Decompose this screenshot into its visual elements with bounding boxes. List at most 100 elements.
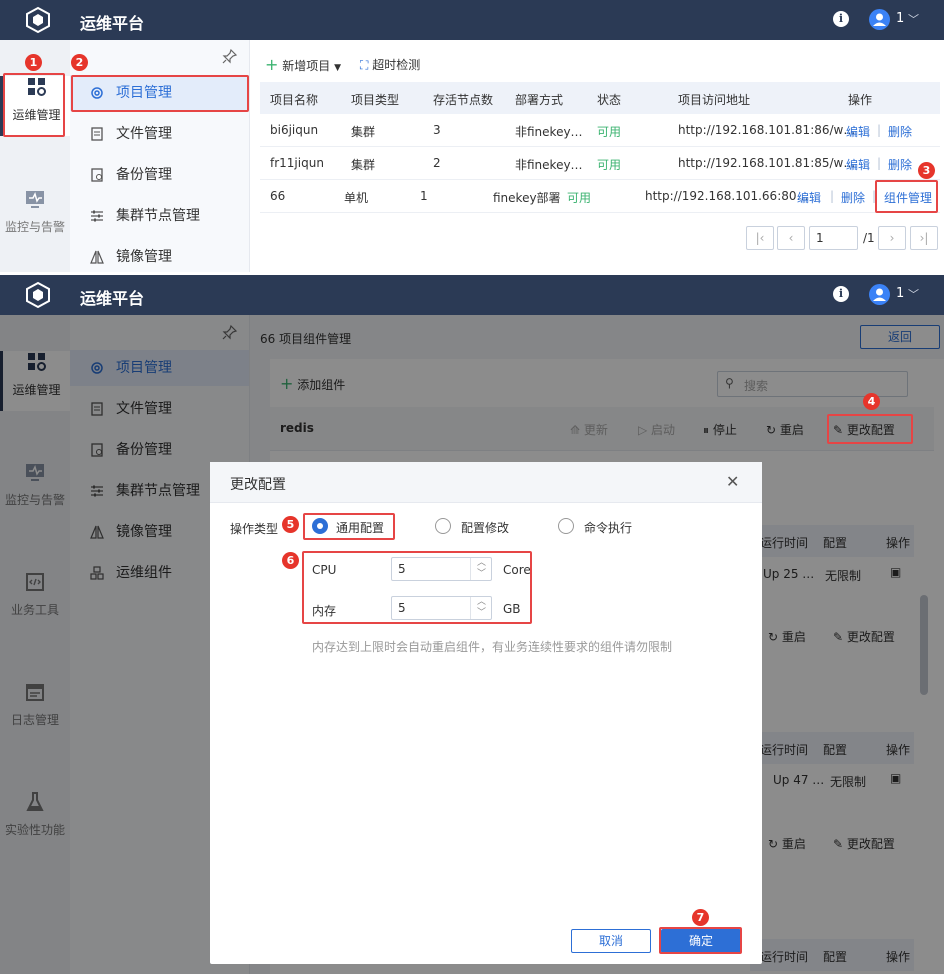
cell-status: 可用 [597,158,622,172]
highlight-box [827,414,913,444]
edit-link[interactable]: 编辑 [797,189,821,206]
col-header: 项目类型 [351,93,400,107]
cell-name: fr11jiqun [270,156,324,170]
cell-deploy: 非finekey… [515,158,583,172]
close-icon[interactable]: ✕ [726,472,739,491]
cell-deploy: 非finekey… [515,125,583,139]
cell-url: http://192.168.101.81:86/w… [678,123,856,137]
menu-item-mirror[interactable]: 镜像管理 [70,239,249,275]
highlight-box [875,180,938,213]
col-header: 项目名称 [270,93,319,107]
cell-type: 单机 [344,191,369,205]
first-page-button[interactable]: |‹ [746,226,774,250]
cell-url: http://192.168.101.66:80… [645,189,809,203]
info-icon[interactable]: i [833,11,849,27]
caret-down-icon: ▼ [334,63,341,73]
mirror-icon [90,250,104,264]
col-header: 状态 [597,93,622,107]
col-header: 存活节点数 [433,93,494,107]
divider: | [877,123,882,137]
cancel-button[interactable]: 取消 [571,929,651,953]
change-config-dialog: 更改配置 ✕ 操作类型 通用配置 配置修改 命令执行 CPU 5 ︿ ﹀ Core… [210,462,762,964]
info-icon[interactable]: i [833,286,849,302]
rail-label: 监控与告警 [4,220,65,234]
app-title: 运维平台 [80,289,145,308]
bottom-header: 运维平台 i 1 ﹀ [0,275,944,315]
menu-label: 文件管理 [116,126,172,142]
next-page-button[interactable]: › [878,226,906,250]
file-icon [91,127,103,141]
delete-link[interactable]: 删除 [888,123,912,140]
cell-status: 可用 [597,125,622,139]
divider: | [830,189,835,203]
new-project-label: 新增项目 [282,59,331,73]
monitor-icon [26,191,44,208]
rail-item-monitor[interactable]: 监控与告警 [0,188,70,248]
step-marker: 6 [282,552,299,569]
memory-hint: 内存达到上限时会自动重启组件，有业务连续性要求的组件请勿限制 [312,640,673,654]
app-title: 运维平台 [80,14,145,33]
dialog-title: 更改配置 [230,477,286,493]
timeout-check-label: 超时检测 [372,58,421,72]
cell-name: 66 [270,189,286,203]
page-input[interactable]: 1 [809,226,858,250]
cell-status: 可用 [567,191,592,205]
cell-url: http://192.168.101.81:85/w… [678,156,856,170]
backup-icon [91,168,103,182]
highlight-box [302,551,532,624]
chevron-down-icon[interactable]: ﹀ [908,11,919,27]
highlight-box [71,75,249,112]
cell-name: bi6jiqun [270,123,319,137]
menu-label: 镜像管理 [116,249,172,265]
timeout-check-button[interactable]: ⛶ 超时检测 [360,56,420,74]
col-header: 部署方式 [515,93,564,107]
menu-label: 集群节点管理 [116,208,200,224]
step-marker: 7 [692,909,709,926]
step-marker: 1 [25,54,42,71]
menu-item-file[interactable]: 文件管理 [70,116,249,152]
username[interactable]: 1 [896,11,904,26]
menu-item-backup[interactable]: 备份管理 [70,157,249,193]
top-header: 运维平台 i 1 ﹀ [0,0,944,40]
step-marker: 3 [918,162,935,179]
cell-deploy: finekey部署 [493,191,561,205]
delete-link[interactable]: 删除 [841,189,865,206]
cell-nodes: 3 [433,123,441,137]
sliders-icon [91,210,103,222]
cell-nodes: 1 [420,189,428,203]
last-page-button[interactable]: ›| [910,226,938,250]
platform-logo-icon [26,6,50,34]
step-marker: 4 [863,393,880,410]
cell-nodes: 2 [433,156,441,170]
radio-label: 命令执行 [584,521,633,535]
page-total: /1 [863,231,875,245]
cell-type: 集群 [351,158,376,172]
username[interactable]: 1 [896,286,904,301]
avatar-icon[interactable] [869,284,890,305]
cell-type: 集群 [351,125,376,139]
edit-link[interactable]: 编辑 [846,123,870,140]
radio-unchecked-icon [558,518,574,534]
op-type-label: 操作类型 [230,522,279,536]
step-marker: 5 [282,516,299,533]
col-header: 项目访问地址 [678,93,751,107]
divider: | [877,156,882,170]
dialog-header: 更改配置 ✕ [210,462,762,503]
avatar-icon[interactable] [869,9,890,30]
highlight-box [659,927,742,954]
scan-icon: ⛶ [360,58,369,72]
radio-label: 配置修改 [461,521,510,535]
prev-page-button[interactable]: ‹ [777,226,805,250]
pin-icon[interactable] [222,48,238,64]
highlight-box [3,73,65,137]
new-project-button[interactable]: + 新增项目 ▼ [265,56,341,74]
menu-label: 备份管理 [116,167,172,183]
step-marker: 2 [71,54,88,71]
highlight-box [303,513,395,540]
delete-link[interactable]: 删除 [888,156,912,173]
col-header: 操作 [848,93,873,107]
plus-icon: + [265,55,279,74]
menu-item-cluster[interactable]: 集群节点管理 [70,198,249,234]
chevron-down-icon[interactable]: ﹀ [908,286,919,302]
edit-link[interactable]: 编辑 [846,156,870,173]
